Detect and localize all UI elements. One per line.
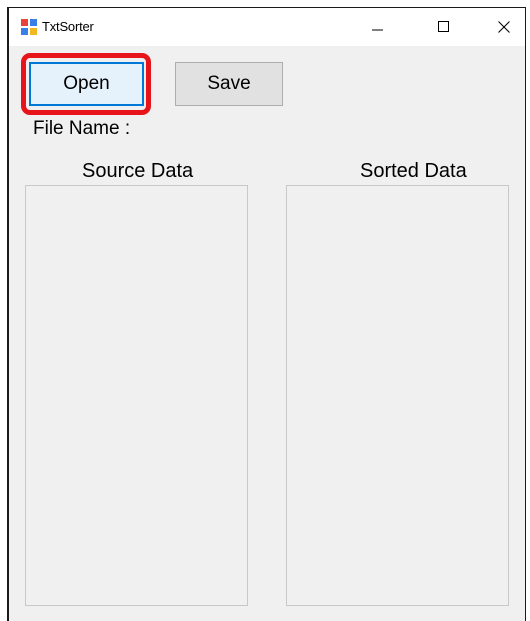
app-window: TxtSorter Open Save File Name : Source D… xyxy=(7,7,526,621)
save-button[interactable]: Save xyxy=(175,62,283,106)
minimize-button[interactable] xyxy=(355,8,401,46)
maximize-icon xyxy=(438,21,449,32)
close-button[interactable] xyxy=(481,8,527,46)
source-data-header: Source Data xyxy=(82,160,194,182)
minimize-icon xyxy=(372,29,383,31)
source-data-list[interactable] xyxy=(25,185,248,606)
open-button[interactable]: Open xyxy=(29,62,144,106)
app-icon xyxy=(21,19,37,35)
sorted-data-header: Sorted Data xyxy=(360,160,467,182)
file-name-label: File Name : xyxy=(33,118,131,139)
maximize-button[interactable] xyxy=(421,8,467,46)
title-bar[interactable]: TxtSorter xyxy=(9,8,525,46)
close-icon xyxy=(498,21,510,33)
sorted-data-list[interactable] xyxy=(286,185,509,606)
window-title: TxtSorter xyxy=(42,19,94,34)
